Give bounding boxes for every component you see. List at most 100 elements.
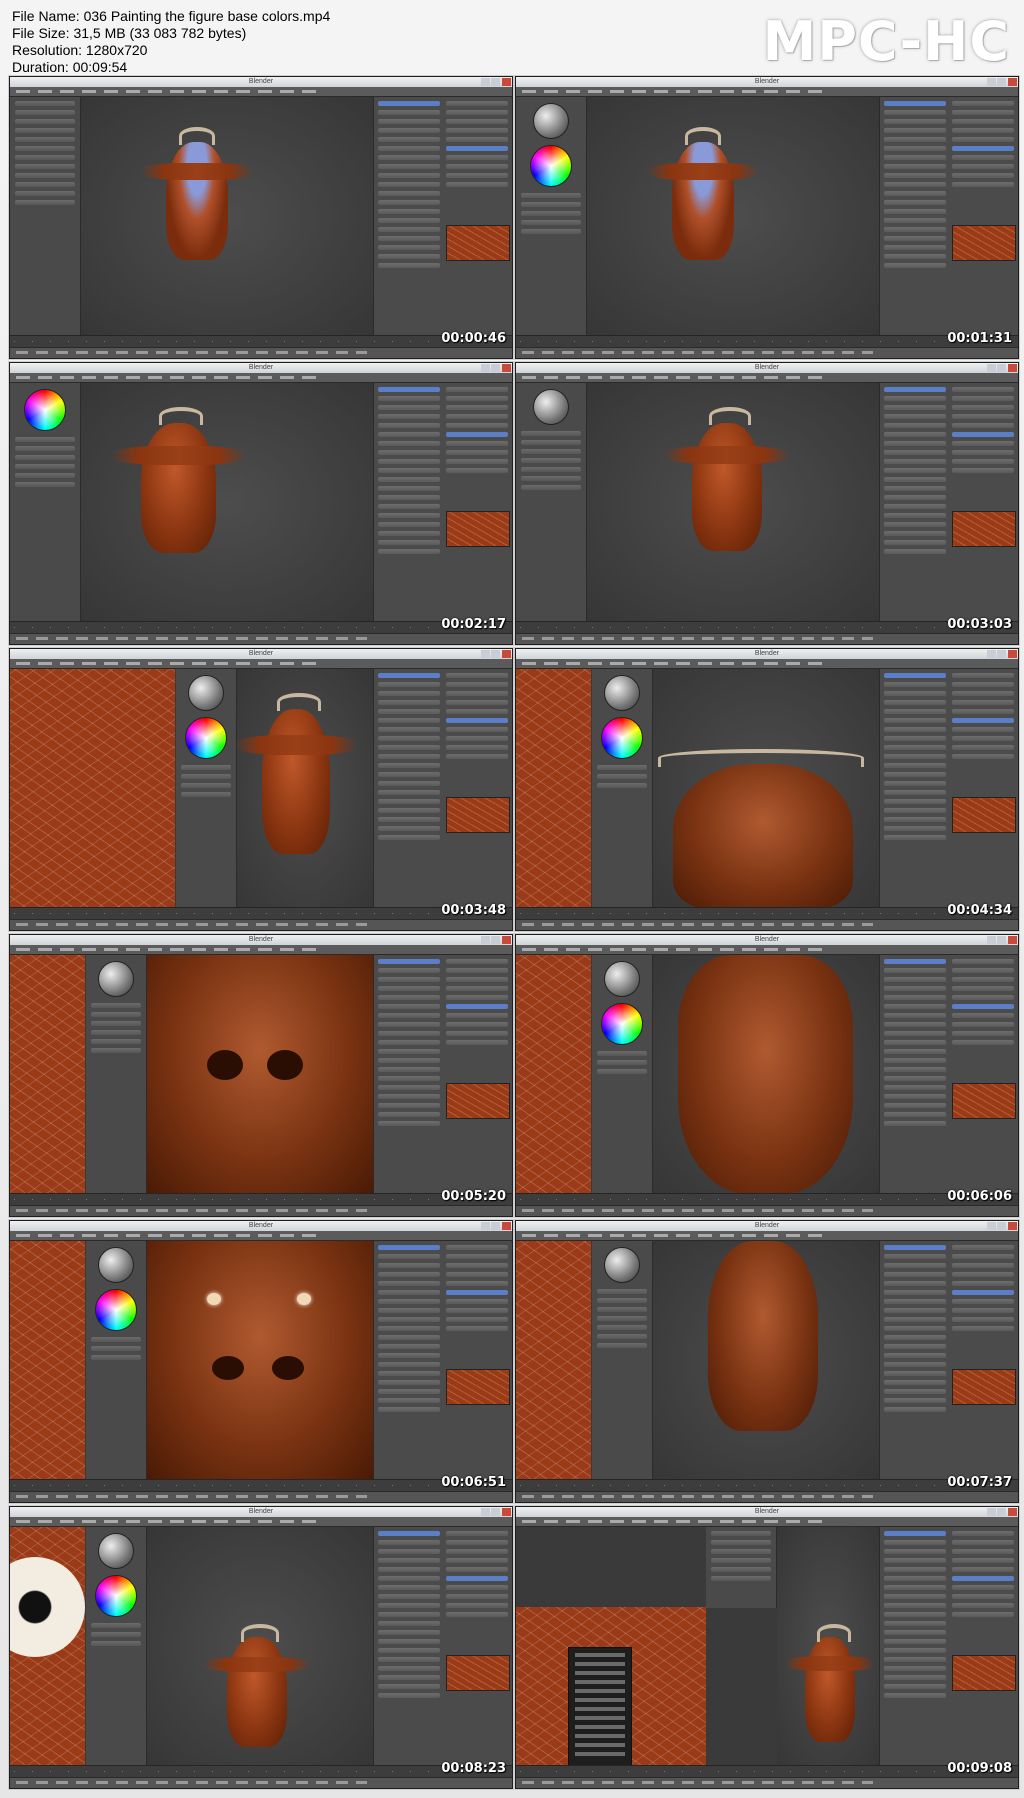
- window-titlebar: Blender: [516, 935, 1018, 945]
- minotaur-figure: [647, 142, 759, 260]
- timestamp: 00:00:46: [441, 331, 506, 346]
- tool-panel: [706, 1527, 777, 1608]
- 3d-viewport: [587, 97, 879, 336]
- 3d-viewport: [777, 1527, 879, 1766]
- minimize-icon: [987, 936, 996, 944]
- timestamp: 00:03:48: [441, 903, 506, 918]
- nostril: [212, 1356, 244, 1380]
- maximize-icon: [491, 650, 500, 658]
- thumbnail-6[interactable]: Blender 00:04:34: [515, 648, 1019, 931]
- status-bar: [516, 347, 1018, 358]
- close-icon: [1008, 78, 1017, 86]
- minotaur-torso-closeup: [678, 955, 853, 1194]
- window-titlebar: Blender: [10, 935, 512, 945]
- 3d-viewport: [234, 669, 373, 908]
- window-title: Blender: [248, 1222, 274, 1229]
- tool-panel: [516, 383, 587, 622]
- thumbnail-11[interactable]: Blender 00:08:23: [9, 1506, 513, 1789]
- status-bar: [10, 1205, 512, 1216]
- nostril: [267, 1050, 303, 1080]
- texture-preview: [952, 797, 1016, 833]
- window-titlebar: Blender: [10, 1221, 512, 1231]
- menu-bar: [516, 659, 1018, 669]
- 3d-viewport: [653, 1241, 879, 1480]
- brush-preview-icon: [533, 389, 569, 425]
- maximize-icon: [997, 650, 1006, 658]
- tool-panel: [10, 97, 81, 336]
- thumbnail-1[interactable]: Blender 00:00:46: [9, 76, 513, 359]
- mpc-hc-logo: MPC-HC: [762, 10, 1010, 73]
- thumbnail-2[interactable]: Blender 00:01:31: [515, 76, 1019, 359]
- menu-bar: [10, 1231, 512, 1241]
- close-icon: [1008, 1508, 1017, 1516]
- tool-panel: [592, 669, 653, 908]
- uv-image-editor: [516, 669, 591, 908]
- minotaur-figure: [664, 423, 790, 551]
- properties-panel: [879, 669, 1018, 908]
- thumbnail-7[interactable]: Blender 00:05:20: [9, 934, 513, 1217]
- status-bar: [516, 1491, 1018, 1502]
- menu-bar: [516, 87, 1018, 97]
- maximize-icon: [997, 364, 1006, 372]
- thumbnail-5[interactable]: Blender 00:03:48: [9, 648, 513, 931]
- minimize-icon: [481, 936, 490, 944]
- brush-preview-icon: [533, 103, 569, 139]
- close-icon: [502, 78, 511, 86]
- window-titlebar: Blender: [516, 1507, 1018, 1517]
- brush-preview-icon: [98, 1533, 134, 1569]
- uv-image-editor: [10, 1241, 85, 1480]
- brush-preview-icon: [604, 961, 640, 997]
- thumbnail-grid: Blender 00:00:46 Blender 00:01:31 Blende…: [9, 76, 1019, 1796]
- nostril: [207, 1050, 243, 1080]
- 3d-viewport: [147, 955, 373, 1194]
- thumbnail-12[interactable]: Blender 00:09:08: [515, 1506, 1019, 1789]
- maximize-icon: [997, 78, 1006, 86]
- minotaur-head-closeup: [147, 955, 373, 1194]
- minotaur-head-closeup: [147, 1241, 373, 1480]
- thumbnail-3[interactable]: Blender 00:02:17: [9, 362, 513, 645]
- properties-panel: [879, 1527, 1018, 1766]
- timestamp: 00:09:08: [947, 1761, 1012, 1776]
- properties-panel: [879, 383, 1018, 622]
- menu-bar: [10, 373, 512, 383]
- texture-preview: [952, 1083, 1016, 1119]
- tool-panel: [516, 97, 587, 336]
- maximize-icon: [997, 1222, 1006, 1230]
- window-title: Blender: [248, 650, 274, 657]
- maximize-icon: [997, 1508, 1006, 1516]
- thumbnail-4[interactable]: Blender 00:03:03: [515, 362, 1019, 645]
- minimize-icon: [481, 364, 490, 372]
- minimize-icon: [987, 78, 996, 86]
- tool-panel: [592, 1241, 653, 1480]
- properties-panel: [373, 97, 512, 336]
- status-bar: [10, 633, 512, 644]
- maximize-icon: [491, 364, 500, 372]
- texture-preview: [446, 225, 510, 261]
- close-icon: [1008, 364, 1017, 372]
- timestamp: 00:04:34: [947, 903, 1012, 918]
- maximize-icon: [491, 1222, 500, 1230]
- 3d-viewport: [147, 1527, 373, 1766]
- window-title: Blender: [754, 650, 780, 657]
- window-title: Blender: [248, 936, 274, 943]
- close-icon: [1008, 650, 1017, 658]
- texture-preview: [446, 1655, 510, 1691]
- maximize-icon: [491, 1508, 500, 1516]
- duration-text: Duration: 00:09:54: [12, 59, 128, 75]
- tool-panel: [176, 669, 237, 908]
- close-icon: [502, 1222, 511, 1230]
- thumbnail-9[interactable]: Blender 00:06:51: [9, 1220, 513, 1503]
- menu-bar: [10, 945, 512, 955]
- image-menu-popup[interactable]: [568, 1647, 632, 1767]
- minimize-icon: [987, 364, 996, 372]
- thumbnail-8[interactable]: Blender 00:06:06: [515, 934, 1019, 1217]
- minimize-icon: [481, 1508, 490, 1516]
- menu-bar: [10, 87, 512, 97]
- thumbnail-10[interactable]: Blender 00:07:37: [515, 1220, 1019, 1503]
- timestamp: 00:03:03: [947, 617, 1012, 632]
- color-wheel: [24, 389, 66, 431]
- texture-preview: [952, 511, 1016, 547]
- file-info: File Name: 036 Painting the figure base …: [12, 8, 330, 76]
- color-wheel: [530, 145, 572, 187]
- menu-bar: [10, 659, 512, 669]
